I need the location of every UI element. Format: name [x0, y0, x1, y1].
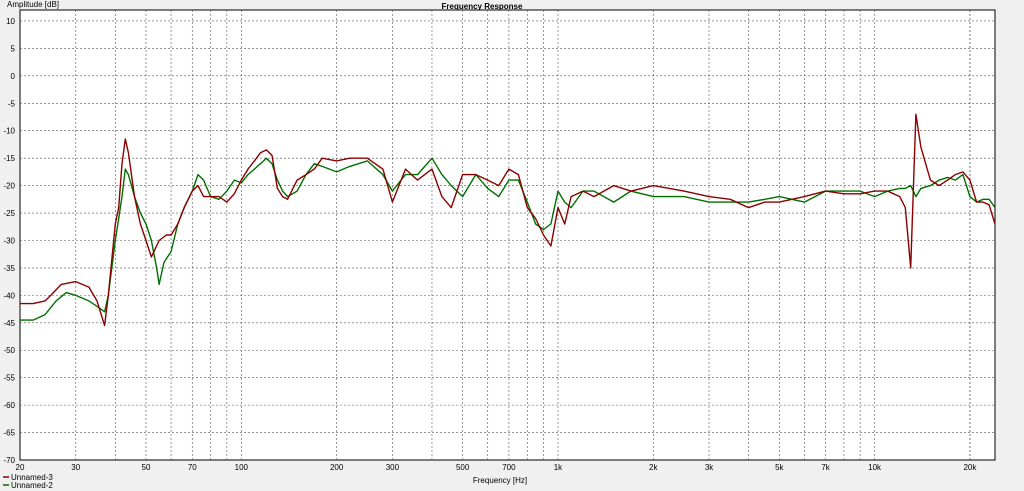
- y-tick-label: -50: [3, 346, 15, 355]
- y-tick-label: -20: [3, 182, 15, 191]
- y-tick-label: -65: [3, 429, 15, 438]
- y-tick-label: -5: [8, 99, 16, 108]
- x-tick-label: 50: [142, 463, 151, 472]
- x-axis-label: Frequency [Hz]: [473, 476, 527, 485]
- frequency-response-chart: 10 5 0 -5 -10 -15 -20 -25 -30 -35 -40 -45 -50 -55 -60-…: [0, 0, 1024, 491]
- y-tick-label: -10: [3, 127, 15, 136]
- x-tick-label: 200: [330, 463, 344, 472]
- y-tick-label: 0: [11, 72, 16, 81]
- y-tick-label: -40: [3, 291, 15, 300]
- x-tick-label: 20k: [963, 463, 977, 472]
- x-tick-label: 10k: [868, 463, 882, 472]
- x-tick-label: 7k: [821, 463, 830, 472]
- y-tick-label: -30: [3, 236, 15, 245]
- x-tick-label: 500: [456, 463, 470, 472]
- y-tick-label: -55: [3, 374, 15, 383]
- y-tick-label: 5: [11, 44, 16, 53]
- x-tick-label: 70: [188, 463, 197, 472]
- chart-svg: 1050-5-10-15-20-25-30-35-40-45-50-55-60-…: [3, 0, 996, 490]
- y-tick-label: -70: [3, 456, 15, 465]
- legend: Unnamed-3Unnamed-2: [3, 473, 53, 490]
- x-tick-label: 3k: [705, 463, 714, 472]
- y-tick-label: -25: [3, 209, 15, 218]
- y-axis-label: Amplitude [dB]: [7, 0, 59, 9]
- x-tick-label: 1k: [554, 463, 563, 472]
- y-tick-label: 10: [6, 17, 15, 26]
- legend-entry-label: Unnamed-2: [11, 481, 53, 490]
- x-tick-label: 300: [386, 463, 400, 472]
- x-tick-label: 5k: [775, 463, 784, 472]
- x-tick-label: 100: [235, 463, 249, 472]
- y-tick-label: -35: [3, 264, 15, 273]
- x-tick-label: 30: [71, 463, 80, 472]
- chart-title: Frequency Response: [442, 2, 523, 11]
- x-tick-label: 2k: [649, 463, 658, 472]
- x-tick-label: 20: [16, 463, 25, 472]
- y-tick-label: -60: [3, 401, 15, 410]
- y-tick-label: -15: [3, 154, 15, 163]
- x-tick-label: 700: [502, 463, 516, 472]
- y-tick-label: -45: [3, 319, 15, 328]
